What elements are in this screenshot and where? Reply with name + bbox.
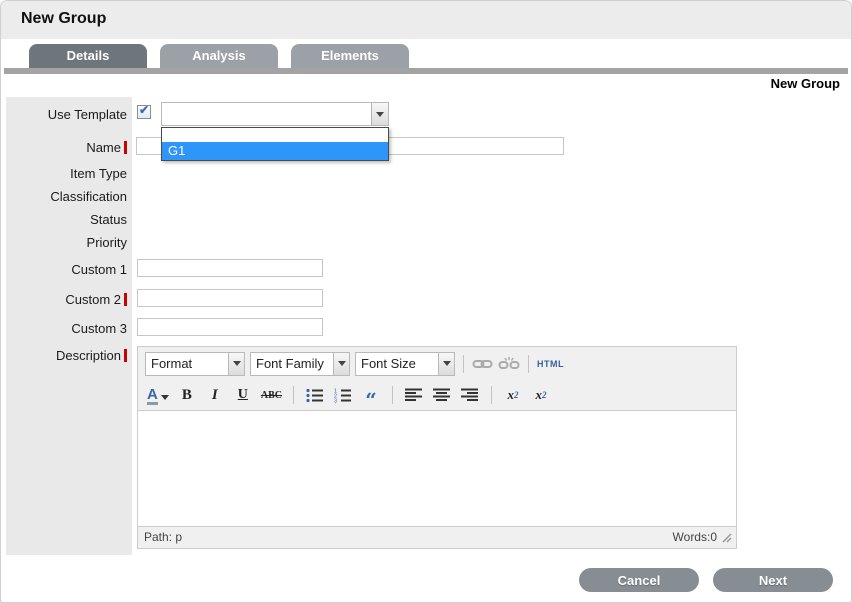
underline-button[interactable]: U xyxy=(233,385,253,405)
blockquote-icon[interactable]: “ xyxy=(361,385,381,410)
required-marker xyxy=(124,140,127,154)
label-name: Name xyxy=(6,139,130,155)
checkmark-icon: ✔ xyxy=(139,103,150,117)
tab-analysis[interactable]: Analysis xyxy=(160,44,278,68)
toolbar-separator xyxy=(391,386,393,404)
chevron-down-icon xyxy=(232,361,241,366)
chevron-down-icon xyxy=(160,395,169,400)
chevron-down-icon xyxy=(442,361,451,366)
label-use-template: Use Template xyxy=(47,106,127,122)
chevron-down-icon xyxy=(376,111,384,117)
use-template-checkbox[interactable]: ✔ xyxy=(137,103,151,119)
html-source-button[interactable]: HTML xyxy=(537,354,564,374)
align-center-icon[interactable] xyxy=(432,385,452,405)
toolbar-separator xyxy=(463,354,464,373)
align-left-icon[interactable] xyxy=(404,385,424,405)
editor-content-area[interactable] xyxy=(138,410,736,527)
font-family-select[interactable]: Font Family xyxy=(250,351,350,376)
numbered-list-icon[interactable]: 123 xyxy=(333,385,353,405)
chevron-down-icon xyxy=(337,361,346,366)
tab-details[interactable]: Details xyxy=(29,44,147,68)
toolbar-separator xyxy=(528,354,529,373)
font-size-select[interactable]: Font Size xyxy=(355,351,455,376)
label-custom-3: Custom 3 xyxy=(71,320,127,336)
editor-toolbar-row-2: A B I U ABC 123 “ x 2 x 2 xyxy=(138,380,736,410)
toolbar-separator xyxy=(292,386,294,404)
use-template-dropdown-list: G1 xyxy=(161,127,389,161)
custom-2-input[interactable] xyxy=(137,289,323,307)
custom-1-input[interactable] xyxy=(137,259,323,277)
label-item-type: Item Type xyxy=(70,165,127,181)
italic-button[interactable]: I xyxy=(205,385,225,405)
required-marker xyxy=(124,292,127,306)
page-title: New Group xyxy=(21,10,107,27)
section-title: New Group xyxy=(770,76,840,91)
description-editor: Format Font Family Font Size HTML A B I … xyxy=(137,346,737,549)
editor-toolbar-row-1: Format Font Family Font Size HTML xyxy=(138,347,736,380)
unlink-icon[interactable] xyxy=(498,354,520,374)
bold-button[interactable]: B xyxy=(177,385,197,405)
subscript-button[interactable]: x2 xyxy=(503,385,523,405)
label-custom-1: Custom 1 xyxy=(71,261,127,277)
strikethrough-button[interactable]: ABC xyxy=(261,385,282,405)
select-dropdown-button[interactable] xyxy=(371,103,388,125)
new-group-window: New Group Details Analysis Elements New … xyxy=(0,0,852,603)
cancel-button[interactable]: Cancel xyxy=(579,568,699,592)
dropdown-option-g1[interactable]: G1 xyxy=(162,142,388,160)
tab-strip: Details Analysis Elements xyxy=(29,44,409,68)
use-template-select[interactable] xyxy=(161,102,389,126)
link-icon[interactable] xyxy=(472,354,493,374)
bullet-list-icon[interactable] xyxy=(305,385,325,405)
custom-3-input[interactable] xyxy=(137,318,323,336)
required-marker xyxy=(124,348,127,362)
tab-elements[interactable]: Elements xyxy=(291,44,409,68)
label-priority: Priority xyxy=(86,234,127,250)
superscript-button[interactable]: x2 xyxy=(531,385,551,405)
toolbar-separator xyxy=(490,386,492,404)
dropdown-option-empty[interactable] xyxy=(162,128,388,142)
window-titlebar: New Group xyxy=(1,1,851,39)
label-description: Description xyxy=(6,347,130,363)
font-color-button[interactable]: A xyxy=(147,385,169,405)
label-classification: Classification xyxy=(50,188,127,204)
next-button[interactable]: Next xyxy=(713,568,833,592)
resize-grip-icon[interactable] xyxy=(721,532,732,543)
label-status: Status xyxy=(90,211,127,227)
tab-strip-divider xyxy=(4,68,848,74)
editor-path-status: Path: p xyxy=(144,530,183,544)
svg-text:3: 3 xyxy=(334,398,337,402)
align-right-icon[interactable] xyxy=(460,385,480,405)
format-select[interactable]: Format xyxy=(145,351,245,376)
label-custom-2: Custom 2 xyxy=(6,291,130,307)
editor-status-bar: Path: p Words:0 xyxy=(138,527,736,547)
editor-word-count: Words:0 xyxy=(672,530,717,544)
